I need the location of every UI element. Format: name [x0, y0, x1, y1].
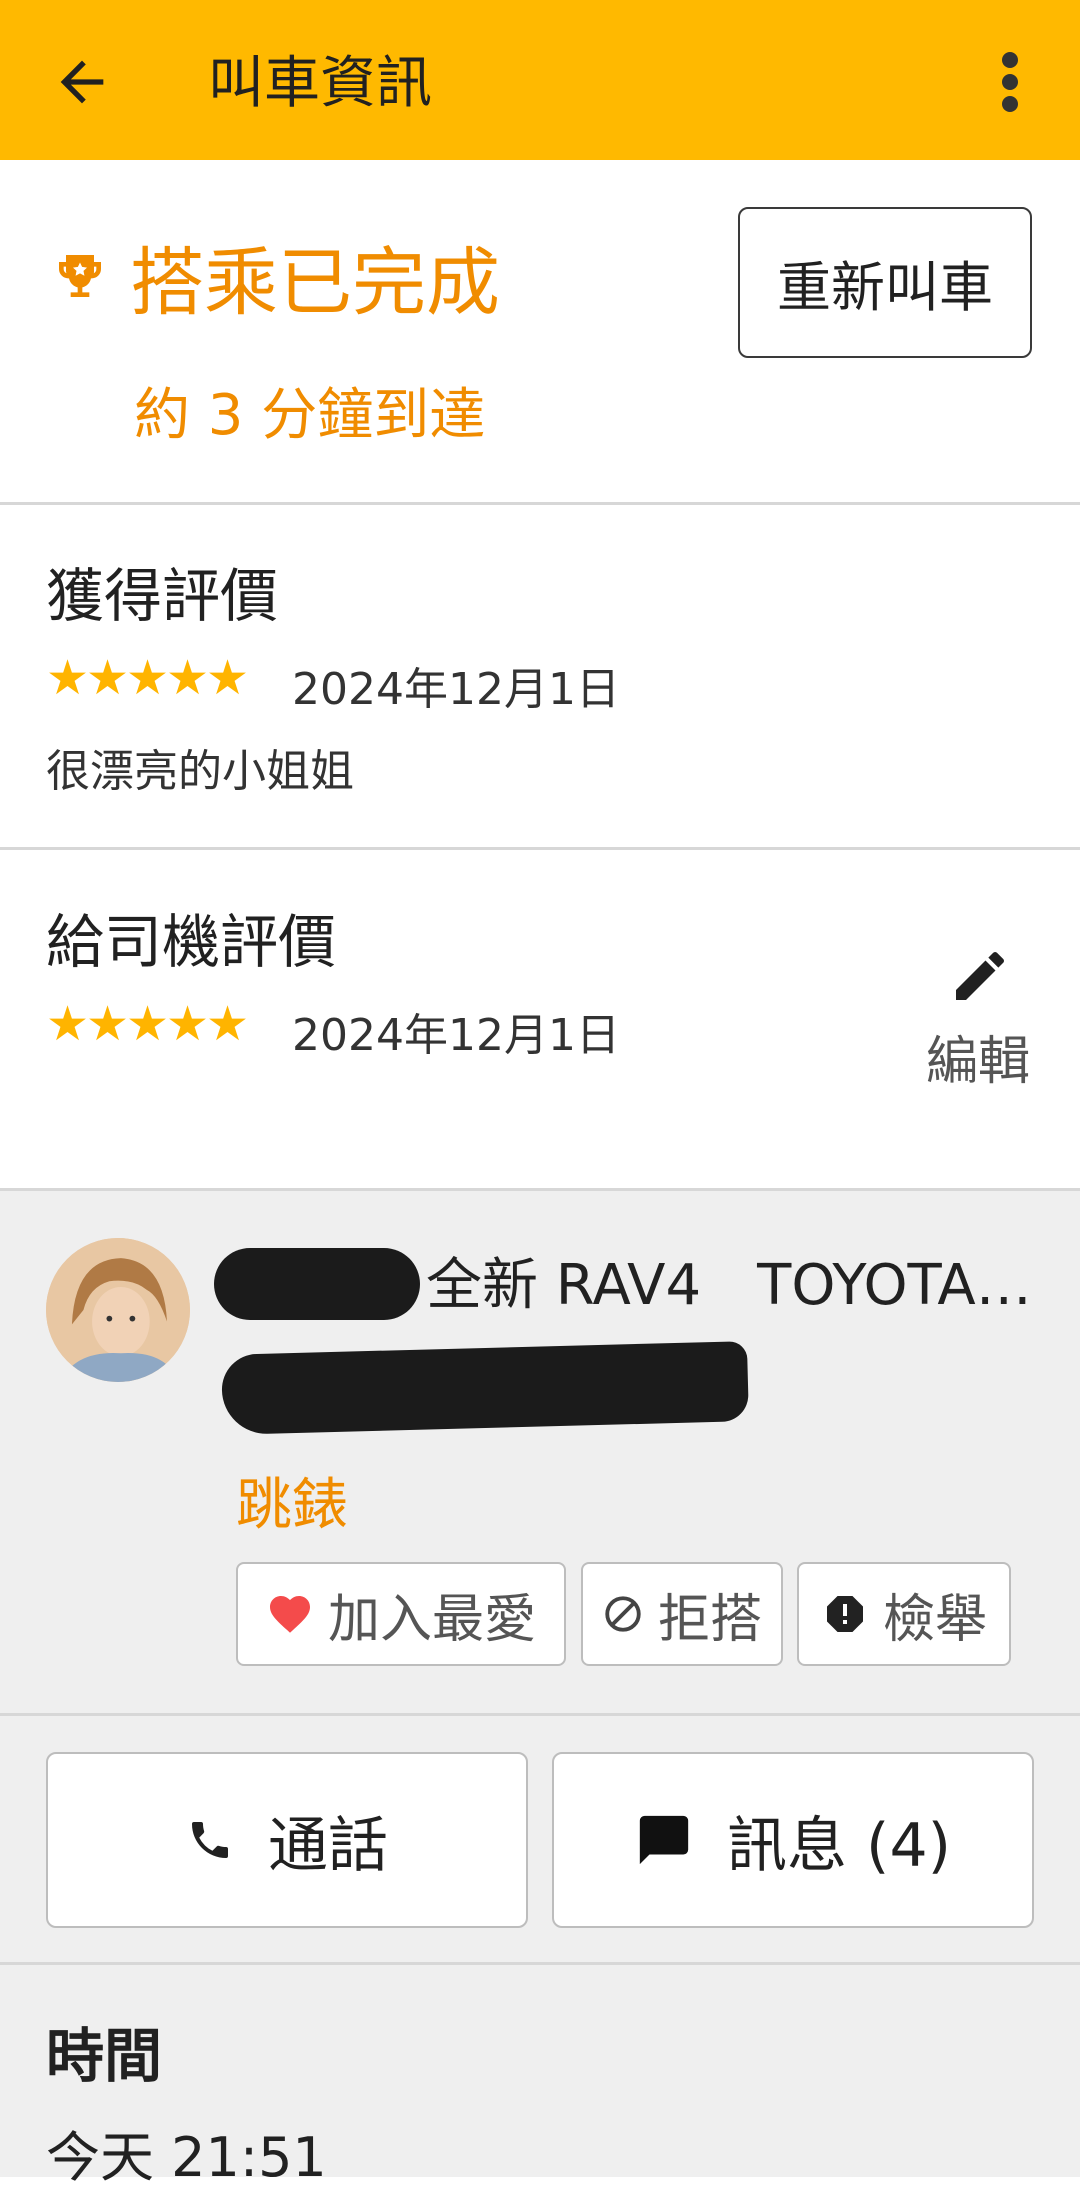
- divider: [0, 1188, 1080, 1191]
- call-button[interactable]: 通話: [46, 1752, 528, 1928]
- report-button[interactable]: 檢舉: [797, 1562, 1011, 1666]
- star-icon: ★: [166, 996, 210, 1052]
- message-label: 訊息 (4): [726, 1810, 952, 1881]
- driver-rating-heading: 給司機評價: [46, 908, 337, 976]
- phone-icon: [192, 1822, 228, 1858]
- star-icon: ★: [166, 650, 210, 706]
- divider: [0, 847, 1080, 850]
- star-icon: ★: [86, 650, 130, 706]
- redacted-plate: [221, 1341, 749, 1435]
- trip-status: 搭乘已完成: [130, 240, 500, 326]
- driver-avatar[interactable]: [46, 1238, 190, 1382]
- star-icon: ★: [126, 996, 170, 1052]
- add-favorite-button[interactable]: 加入最愛: [236, 1562, 566, 1666]
- more-vert-icon[interactable]: [990, 50, 1030, 114]
- star-icon: ★: [46, 650, 90, 706]
- back-arrow-icon[interactable]: [50, 50, 114, 114]
- block-button[interactable]: 拒搭: [581, 1562, 783, 1666]
- call-label: 通話: [268, 1810, 388, 1881]
- meter-link[interactable]: 跳錶: [236, 1470, 348, 1542]
- block-icon: [605, 1596, 641, 1632]
- received-rating-date: 2024年12月1日: [292, 664, 620, 715]
- report-icon: [826, 1596, 863, 1632]
- time-heading: 時間: [46, 2022, 163, 2090]
- received-rating-heading: 獲得評價: [46, 562, 279, 630]
- received-rating-comment: 很漂亮的小姐姐: [46, 746, 354, 797]
- time-value: 今天 21:51: [46, 2126, 327, 2189]
- divider: [0, 1962, 1080, 1965]
- pencil-icon[interactable]: [948, 944, 1012, 1008]
- edit-rating-button[interactable]: 編輯: [926, 1030, 1030, 1094]
- driver-car: 全新 RAV4 TOYOTA…: [426, 1253, 1032, 1318]
- driver-rating-date: 2024年12月1日: [292, 1010, 620, 1061]
- block-label: 拒搭: [657, 1589, 762, 1650]
- heart-icon: [269, 1596, 310, 1633]
- received-rating-stars: ★ ★ ★ ★ ★: [46, 650, 250, 706]
- rebook-button[interactable]: 重新叫車: [738, 207, 1032, 358]
- chat-icon: [639, 1815, 689, 1865]
- divider: [0, 502, 1080, 505]
- eta-text: 約 3 分鐘到達: [134, 383, 486, 448]
- redacted-name: [214, 1248, 420, 1320]
- app-bar: [0, 0, 1080, 160]
- divider: [0, 1713, 1080, 1716]
- star-icon: ★: [206, 996, 250, 1052]
- star-icon: ★: [126, 650, 170, 706]
- driver-rating-stars: ★ ★ ★ ★ ★: [46, 996, 250, 1052]
- page-title: 叫車資訊: [208, 51, 432, 116]
- report-label: 檢舉: [882, 1589, 987, 1650]
- add-favorite-label: 加入最愛: [327, 1589, 536, 1650]
- trophy-icon: [59, 255, 101, 297]
- star-icon: ★: [46, 996, 90, 1052]
- message-button[interactable]: 訊息 (4): [552, 1752, 1034, 1928]
- star-icon: ★: [206, 650, 250, 706]
- star-icon: ★: [86, 996, 130, 1052]
